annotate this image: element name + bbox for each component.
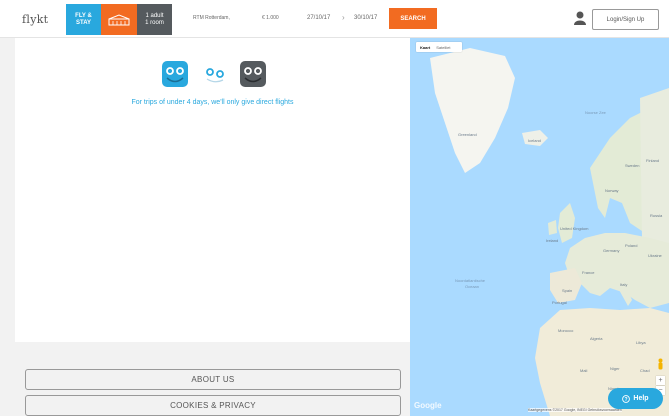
map-label-mali: Mali <box>580 368 588 373</box>
direct-flight-icon[interactable] <box>161 60 189 88</box>
guests-adults: 1 adult <box>145 12 164 19</box>
flykt-logo[interactable]: flykt <box>22 13 48 26</box>
map-label-niger: Niger <box>610 366 620 371</box>
map-label-spain: Spain <box>562 288 573 293</box>
map-label-germany: Germany <box>603 248 620 253</box>
hotel-icon <box>108 13 130 25</box>
map-land <box>430 48 669 416</box>
map-label-ireland: Ireland <box>546 238 559 243</box>
map-tab-satelliet[interactable]: Satelliet <box>436 45 450 50</box>
map-label-libya: Libya <box>636 340 646 345</box>
cookies-privacy-button[interactable]: COOKIES & PRIVACY <box>25 395 401 416</box>
map-label-chad: Chad <box>640 368 650 373</box>
map-label-ocean-line2: Oceaan <box>465 284 480 289</box>
map-label-greenland: Greenland <box>458 132 477 137</box>
map-attribution[interactable]: Kaartgegevens ©2017 Google, INEGI Gebrui… <box>528 408 622 412</box>
user-icon[interactable] <box>574 11 586 25</box>
map-label-uk: United Kingdom <box>560 226 589 231</box>
map-label-finland: Finland <box>646 158 660 163</box>
guests-rooms: 1 room <box>145 19 164 26</box>
map-label-ocean-line1: Noordatlantische <box>455 278 486 283</box>
direct-flights-note: For trips of under 4 days, we'll only gi… <box>131 99 294 106</box>
depart-date-input[interactable]: 27/10/17 <box>307 15 330 21</box>
help-label: Help <box>633 395 649 402</box>
map-label-ukraine: Ukraine <box>648 253 662 258</box>
question-icon: ? <box>622 394 631 403</box>
fly-and-stay-label-line1: FLY & <box>75 12 92 19</box>
search-button[interactable]: SEARCH <box>389 8 437 29</box>
map-label-sweden: Sweden <box>625 163 640 168</box>
multi-flight-icon[interactable] <box>239 60 267 88</box>
map-type-tabs: Kaart Satelliet <box>416 42 462 52</box>
map-zoom-in[interactable]: + <box>656 376 665 385</box>
stopover-flight-icon[interactable] <box>201 60 229 88</box>
hotel-tab[interactable] <box>101 4 137 35</box>
results-panel: For trips of under 4 days, we'll only gi… <box>15 38 410 342</box>
map-label-algeria: Algeria <box>590 336 603 341</box>
map-label-france: France <box>582 270 595 275</box>
origin-input[interactable]: RTM Rotterdam, <box>193 15 230 21</box>
fly-and-stay-tab[interactable]: FLY & STAY <box>66 4 101 35</box>
pegman-icon[interactable] <box>657 358 664 370</box>
map-panel[interactable]: Kaart Satelliet Greenland Iceland Noorse… <box>410 38 669 416</box>
help-button[interactable]: ? Help <box>608 388 663 409</box>
flight-type-icons <box>161 60 269 88</box>
google-logo: Google <box>414 401 442 410</box>
about-us-button[interactable]: ABOUT US <box>25 369 401 390</box>
map-label-portugal: Portugal <box>552 300 567 305</box>
svg-text:?: ? <box>625 396 628 402</box>
map-tab-kaart[interactable]: Kaart <box>420 45 430 50</box>
budget-input[interactable]: € 1.000 <box>262 15 279 21</box>
map-label-morocco: Morocco <box>558 328 574 333</box>
map-label-norway: Norway <box>605 188 619 193</box>
map-label-iceland: Iceland <box>528 138 541 143</box>
date-separator: › <box>342 13 345 22</box>
map-label-russia: Russia <box>650 213 663 218</box>
map-label-italy: Italy <box>620 282 628 287</box>
map-label-poland: Poland <box>625 243 638 248</box>
guests-rooms-selector[interactable]: 1 adult 1 room <box>137 4 172 35</box>
login-signup-button[interactable]: Login/Sign Up <box>592 9 659 30</box>
return-date-input[interactable]: 30/10/17 <box>354 15 377 21</box>
top-navigation-bar: flykt FLY & STAY 1 adult 1 room RTM Rott… <box>0 0 669 38</box>
map-label-norwegian-sea: Noorse Zee <box>585 110 606 115</box>
fly-and-stay-label-line2: STAY <box>75 19 91 26</box>
